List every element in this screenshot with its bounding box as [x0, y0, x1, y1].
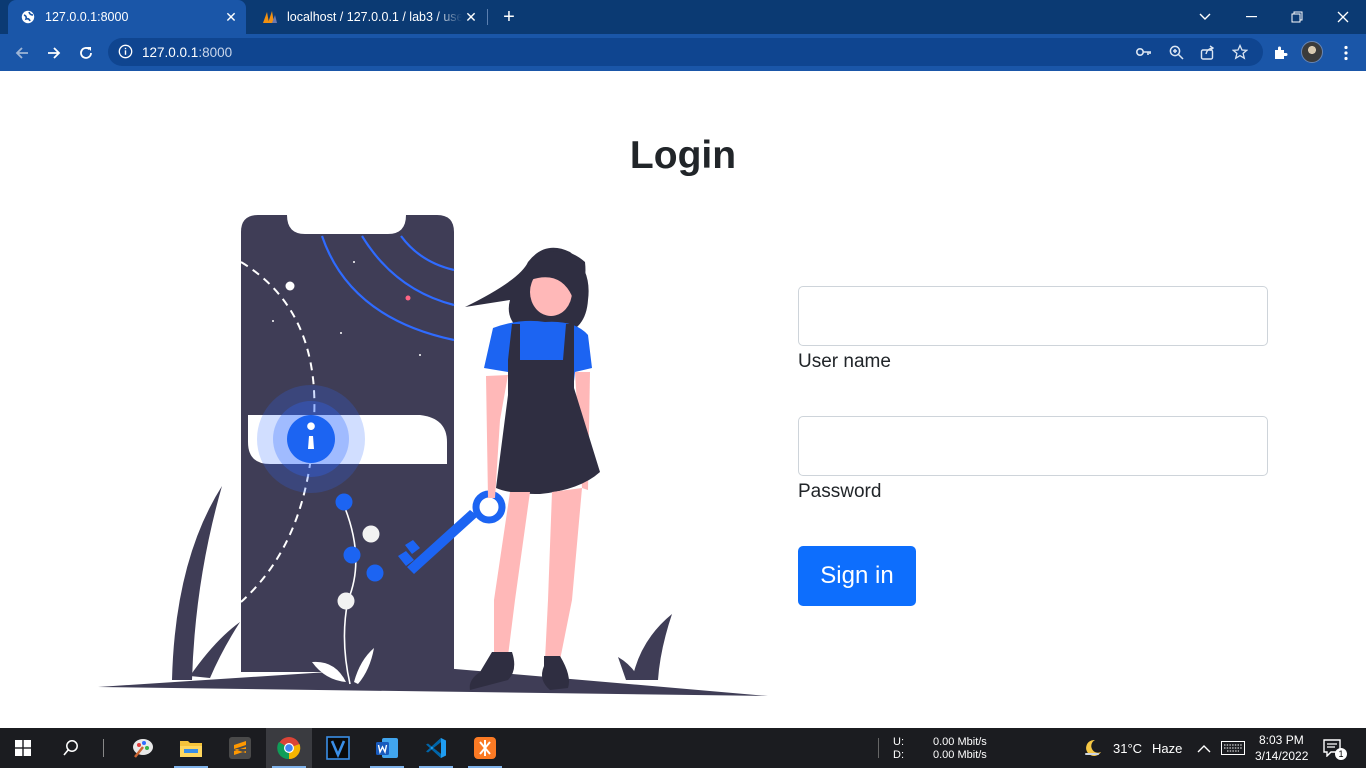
reload-icon[interactable]	[73, 40, 99, 66]
bookmark-star-icon[interactable]	[1231, 43, 1249, 61]
weather-text[interactable]: Haze	[1152, 741, 1182, 756]
url-host: 127.0.0.1	[142, 45, 199, 60]
word-icon[interactable]	[364, 728, 410, 768]
v-app-icon[interactable]	[315, 728, 361, 768]
forward-icon[interactable]	[41, 40, 67, 66]
temperature[interactable]: 31°C	[1113, 741, 1142, 756]
tab-search-icon[interactable]	[1182, 0, 1228, 34]
tab-title: 127.0.0.1:8000	[45, 10, 129, 24]
chrome-icon[interactable]	[266, 728, 312, 768]
extensions-icon[interactable]	[1267, 40, 1293, 66]
tab-title: localhost / 127.0.0.1 / lab3 / user	[287, 10, 462, 24]
taskbar-divider	[103, 739, 104, 757]
net-up-speed: 0.00 Mbit/s	[933, 736, 987, 748]
close-tab-icon[interactable]: ✕	[222, 8, 240, 26]
clock-time[interactable]: 8:03 PM	[1259, 733, 1304, 747]
minimize-icon[interactable]	[1228, 0, 1274, 34]
file-explorer-icon[interactable]	[168, 728, 214, 768]
globe-icon	[20, 9, 36, 25]
address-bar[interactable]: 127.0.0.1:8000	[108, 38, 1263, 66]
notification-count: 1	[1335, 748, 1347, 760]
site-info-icon[interactable]	[118, 44, 133, 64]
xampp-icon[interactable]	[462, 728, 508, 768]
search-icon[interactable]	[48, 728, 94, 768]
sublime-text-icon[interactable]	[217, 728, 263, 768]
restore-icon[interactable]	[1274, 0, 1320, 34]
keyboard-icon[interactable]	[1221, 741, 1245, 755]
password-label: Password	[798, 481, 882, 502]
back-icon[interactable]	[9, 40, 35, 66]
close-tab-icon[interactable]: ✕	[462, 8, 480, 26]
url-text: 127.0.0.1:8000	[142, 45, 232, 60]
username-label: User name	[798, 351, 891, 372]
paint-app-icon[interactable]	[120, 728, 166, 768]
chevron-up-icon[interactable]	[1197, 741, 1213, 755]
star-dot	[285, 281, 295, 291]
windows-start-icon[interactable]	[0, 728, 46, 768]
new-tab-icon[interactable]: +	[500, 7, 518, 27]
username-input[interactable]	[798, 286, 1268, 346]
clock-date[interactable]: 3/14/2022	[1255, 749, 1308, 763]
weather-moon-icon[interactable]	[1082, 737, 1104, 759]
zoom-icon[interactable]	[1167, 43, 1185, 61]
sign-in-button[interactable]: Sign in	[798, 546, 916, 606]
url-port: :8000	[198, 45, 233, 60]
share-icon[interactable]	[1199, 43, 1217, 61]
key-icon[interactable]	[1135, 43, 1153, 61]
taskbar-divider	[878, 738, 879, 758]
menu-dots-icon[interactable]	[1333, 40, 1359, 66]
leaf-shape	[190, 622, 240, 678]
net-down-speed: 0.00 Mbit/s	[933, 749, 987, 761]
phpmyadmin-icon	[262, 9, 278, 25]
password-input[interactable]	[798, 416, 1268, 476]
notifications-icon[interactable]: 1	[1323, 739, 1347, 760]
tab-inactive[interactable]: localhost / 127.0.0.1 / lab3 / user ✕	[250, 0, 486, 34]
net-up-label: U:	[893, 736, 904, 748]
leaf-shape	[632, 614, 672, 680]
woman-figure	[465, 247, 600, 690]
star-dot	[405, 295, 411, 301]
profile-avatar[interactable]	[1301, 41, 1323, 63]
vscode-icon[interactable]	[413, 728, 459, 768]
net-down-label: D:	[893, 749, 904, 761]
tab-active[interactable]: 127.0.0.1:8000 ✕	[8, 0, 246, 34]
close-window-icon[interactable]	[1320, 0, 1366, 34]
tab-separator	[487, 9, 488, 25]
page-title: Login	[629, 134, 737, 177]
login-illustration	[98, 215, 768, 696]
